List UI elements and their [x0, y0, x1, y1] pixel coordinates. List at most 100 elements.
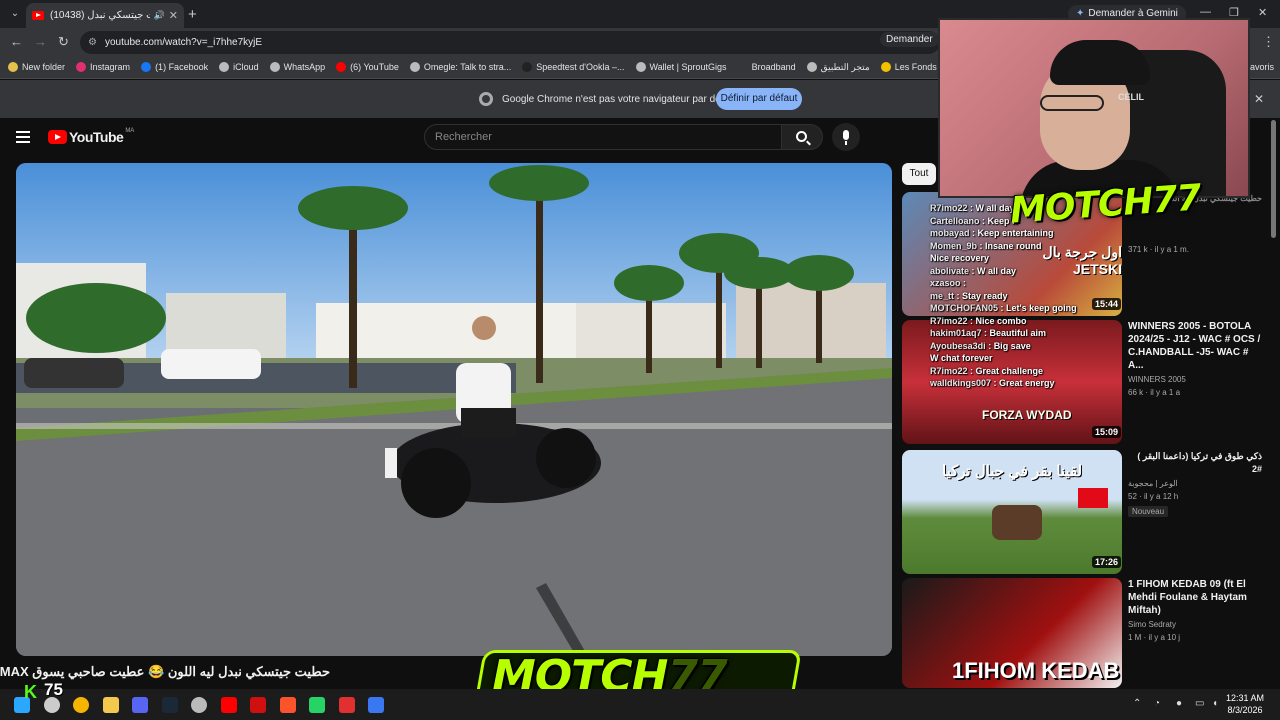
tab-active[interactable]: حطيت جيتسكي نبدل (10438) 🔊 ✕: [26, 3, 184, 28]
youtube-taskbar-icon[interactable]: [220, 697, 237, 713]
bookmark-item[interactable]: (1) Facebook: [141, 62, 208, 72]
app-taskbar-icon[interactable]: [368, 697, 384, 713]
bookmark-item[interactable]: Broadband: [737, 62, 796, 72]
chip-all[interactable]: Tout: [902, 163, 936, 185]
guide-menu-icon[interactable]: [16, 131, 30, 146]
youtube-favicon-icon: [32, 11, 44, 20]
adobe-taskbar-icon[interactable]: [338, 697, 355, 713]
bookmark-label: (1) Facebook: [155, 62, 209, 72]
all-bookmarks-button[interactable]: avoris: [1250, 62, 1274, 72]
reload-icon[interactable]: ↻: [58, 34, 69, 50]
chat-separator: :: [960, 278, 967, 288]
recommendation-title[interactable]: 1 FIHOM KEDAB 09 (ft El Mehdi Foulane & …: [1128, 578, 1262, 617]
search-button[interactable]: [781, 124, 823, 150]
youtube-logo[interactable]: YouTube MA: [48, 128, 134, 145]
chat-text: Insane round: [985, 240, 1042, 251]
channel-name[interactable]: الوعر | محجوبة: [1128, 479, 1262, 488]
steam-taskbar-icon[interactable]: [161, 697, 178, 713]
new-badge: Nouveau: [1128, 506, 1169, 517]
recommendation-title[interactable]: WINNERS 2005 - BOTOLA 2024/25 - J12 - WA…: [1128, 320, 1262, 372]
display-icon[interactable]: ▭: [1195, 698, 1204, 709]
redapp-taskbar-icon[interactable]: [250, 697, 266, 713]
bookmark-item[interactable]: Wallet | SproutGigs: [635, 62, 727, 72]
video-duration: 15:09: [1092, 426, 1122, 438]
bookmark-favicon-icon: [219, 62, 230, 72]
chat-message: R7imo22 : Great challenge: [930, 365, 1130, 378]
bookmark-item[interactable]: iCloud: [219, 62, 259, 72]
bookmark-item[interactable]: Omegle: Talk to stra...: [409, 62, 511, 72]
volume-icon[interactable]: ◖: [1212, 698, 1218, 709]
chat-message: abolivate : W all day: [930, 265, 1130, 278]
voice-search-icon[interactable]: [832, 123, 860, 151]
recommendation-meta: 1 M · il y a 10 j: [1128, 633, 1181, 642]
tab-search-button[interactable]: ⌄: [6, 5, 24, 23]
bookmark-item[interactable]: متجر التطبيق: [806, 62, 870, 73]
audio-playing-icon[interactable]: 🔊: [154, 10, 165, 21]
video-player[interactable]: [16, 163, 892, 656]
brave-taskbar-icon[interactable]: [279, 697, 296, 713]
chat-message: walldkings007 : Great energy: [930, 377, 1130, 390]
clock-date: 8/3/2026: [1227, 705, 1263, 715]
files-taskbar-icon[interactable]: [102, 697, 119, 713]
tray-overflow-icon[interactable]: ⌃: [1133, 698, 1141, 709]
chat-separator: :: [967, 315, 976, 326]
bookmark-item[interactable]: (6) YouTube: [336, 62, 399, 72]
chat-message: Momen_9b : Insane round: [930, 240, 1130, 253]
discord-taskbar-icon[interactable]: [132, 697, 148, 713]
chrome-icon: [479, 92, 493, 106]
chat-username: R7imo22: [930, 315, 968, 326]
bookmark-item[interactable]: New folder: [8, 62, 65, 72]
chat-separator: :: [991, 378, 1000, 388]
stream-chat-overlay: R7imo22 : W all day Cartelloano : Keep it…: [930, 202, 1130, 402]
chat-username: abolivate: [930, 265, 970, 276]
channel-name[interactable]: Simo Sedraty: [1128, 620, 1262, 629]
search-input[interactable]: Rechercher: [424, 124, 782, 150]
windows-taskbar: [0, 689, 1280, 720]
viewer-count: 75: [44, 680, 63, 699]
bookmark-item[interactable]: WhatsApp: [269, 62, 325, 72]
infobar-close-icon[interactable]: ✕: [1254, 92, 1264, 106]
bookmark-label: Wallet | SproutGigs: [649, 62, 727, 72]
tab-title: حطيت جيتسكي نبدل (10438): [50, 10, 150, 21]
webcam-overlay: CELIL: [938, 18, 1250, 198]
minimize-button[interactable]: —: [1200, 6, 1211, 18]
chat-username: R7imo22: [930, 365, 968, 376]
site-info-icon[interactable]: ⚙: [88, 31, 97, 54]
forward-icon[interactable]: →: [34, 34, 47, 49]
clock[interactable]: 12:31 AM 8/3/2026: [1226, 692, 1264, 716]
clock-time: 12:31 AM: [1226, 693, 1265, 703]
chat-separator: :: [985, 340, 994, 351]
close-tab-icon[interactable]: ✕: [169, 9, 178, 22]
set-default-button[interactable]: Définir par défaut: [716, 88, 802, 110]
chat-username: me_tt: [930, 290, 955, 301]
back-icon[interactable]: ←: [10, 34, 23, 49]
bookmark-favicon-icon: [141, 62, 152, 72]
chat-text: W chat forever: [930, 353, 993, 363]
network-icon[interactable]: ◔: [1154, 698, 1160, 709]
bookmark-item[interactable]: Instagram: [76, 62, 130, 72]
chat-text: Let's keep going: [1006, 303, 1077, 313]
microphone-icon[interactable]: ●: [1176, 698, 1182, 709]
recommendation-title[interactable]: ذكي طوق في تركيا (داعمنا البقر ) #2: [1128, 450, 1262, 476]
chat-message: me_tt : Stay ready: [930, 290, 1130, 303]
recommendation-thumbnail[interactable]: لقينا بقر في جبال تركيا: [902, 450, 1122, 574]
bookmark-item[interactable]: Speedtest d'Ookla –...: [522, 62, 625, 72]
whatsapp-taskbar-icon[interactable]: [309, 697, 325, 713]
recommendation-thumbnail[interactable]: 1FIHOM KEDAB: [902, 578, 1122, 688]
close-window-button[interactable]: ✕: [1258, 6, 1267, 19]
new-tab-button[interactable]: +: [188, 6, 197, 23]
browser-menu-icon[interactable]: ⋮: [1262, 34, 1275, 50]
page-scrollbar[interactable]: [1271, 120, 1276, 238]
video-frame: [16, 163, 892, 656]
chrome-taskbar-icon[interactable]: [73, 697, 89, 713]
thumbnail-text: لقينا بقر في جبال تركيا: [942, 463, 1083, 480]
chat-separator: :: [998, 303, 1007, 313]
chat-message: R7imo22 : Nice combo: [930, 315, 1130, 328]
chair-logo-text: CELIL: [1118, 92, 1144, 102]
channel-name[interactable]: WINNERS 2005: [1128, 375, 1262, 384]
obs-taskbar-icon[interactable]: [191, 697, 207, 713]
infobar-message: Google Chrome n'est pas votre navigateur…: [502, 94, 738, 105]
address-bar[interactable]: ⚙ youtube.com/watch?v=_i7hhe7kyjE: [80, 31, 940, 54]
omnibox-gemini-button[interactable]: Demander: [880, 32, 939, 47]
turkey-flag-icon: [1078, 488, 1108, 508]
